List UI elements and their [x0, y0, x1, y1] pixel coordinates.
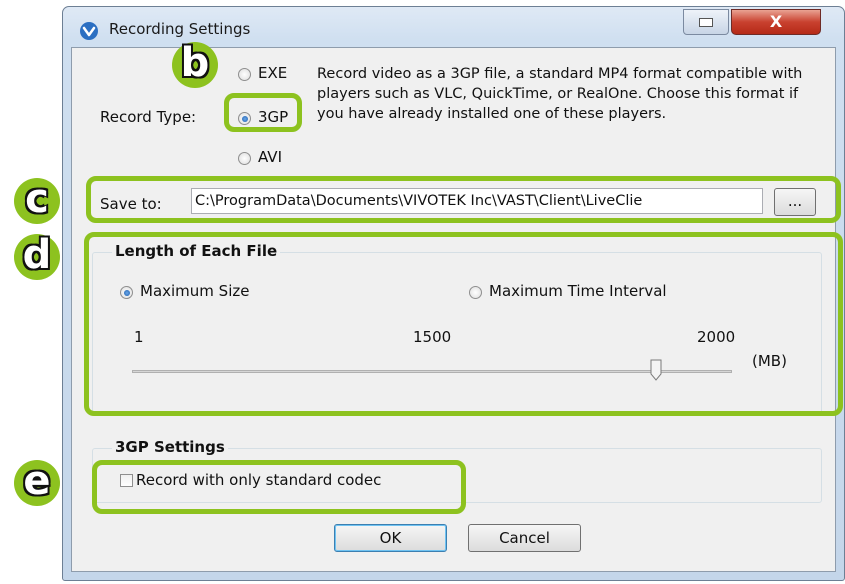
callout-b: b — [172, 42, 218, 88]
ok-button[interactable]: OK — [334, 524, 447, 552]
highlight-3gp — [224, 93, 302, 132]
radio-exe-indicator — [238, 68, 251, 81]
callout-e: e — [14, 460, 60, 506]
restore-icon — [699, 18, 713, 27]
highlight-codec — [92, 460, 466, 514]
callout-d: d — [14, 234, 60, 280]
highlight-length-group — [84, 232, 843, 416]
close-button[interactable]: X — [731, 9, 821, 35]
radio-avi-indicator — [238, 152, 251, 165]
record-type-description: Record video as a 3GP file, a standard M… — [317, 66, 803, 122]
highlight-save-to — [86, 176, 841, 223]
window-title: Recording Settings — [109, 20, 251, 38]
app-logo-icon — [80, 22, 98, 40]
restore-button[interactable] — [683, 9, 729, 35]
callout-c: c — [14, 178, 60, 224]
radio-avi-label: AVI — [258, 148, 282, 166]
3gp-settings-title: 3GP Settings — [112, 438, 228, 456]
record-type-label: Record Type: — [100, 108, 197, 126]
cancel-button[interactable]: Cancel — [468, 524, 581, 552]
radio-exe-label: EXE — [258, 64, 288, 82]
